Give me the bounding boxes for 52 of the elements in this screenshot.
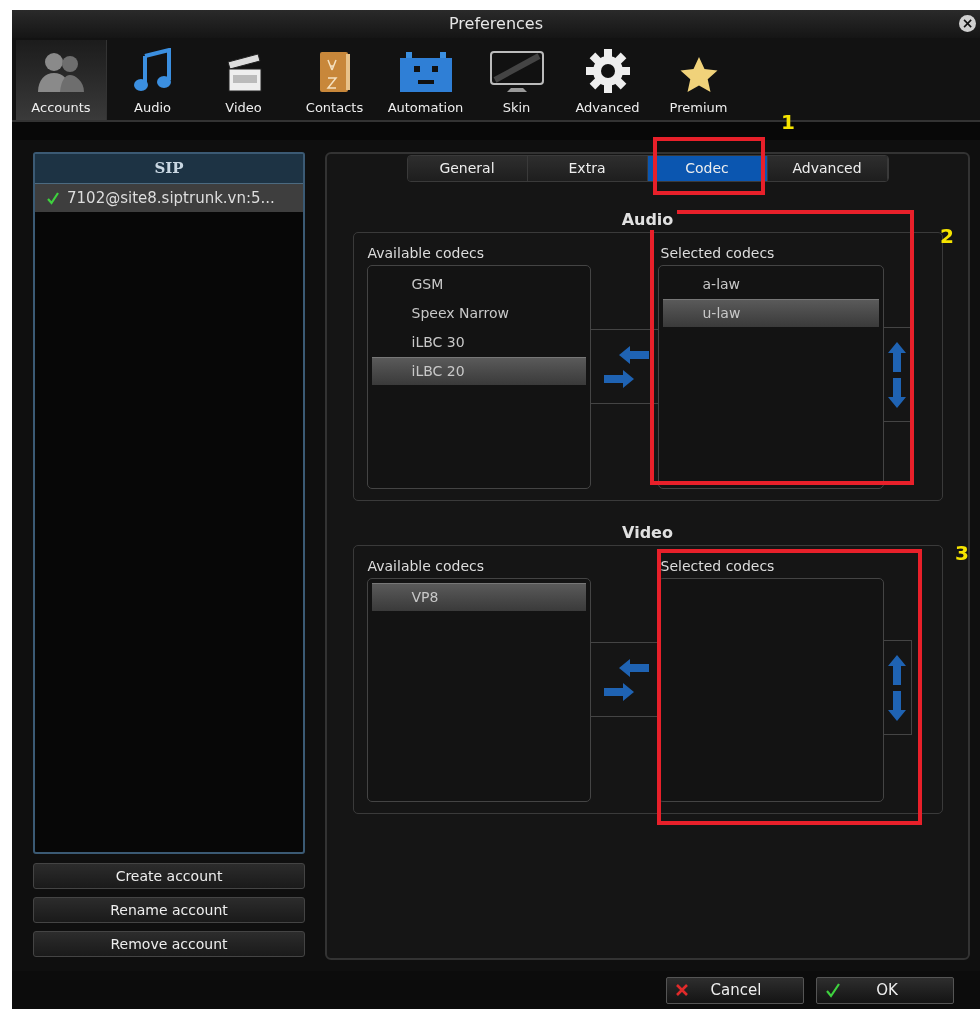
close-icon	[675, 983, 689, 997]
settings-icon	[584, 47, 631, 94]
callout-number: 2	[940, 224, 954, 248]
checkmark-icon	[825, 982, 841, 998]
robot-icon	[397, 49, 454, 94]
right-arrow-icon[interactable]	[604, 369, 634, 388]
toolbar-button[interactable]: Audio	[107, 40, 198, 120]
account-button[interactable]: Create account	[33, 863, 305, 889]
account-button[interactable]: Remove account	[33, 931, 305, 957]
list-label: Selected codecs	[660, 557, 776, 576]
toolbar-button[interactable]: Premium	[653, 40, 744, 120]
account-button[interactable]: Rename account	[33, 897, 305, 923]
ok-button[interactable]: OK	[816, 976, 954, 1004]
right-arrow-icon[interactable]	[604, 682, 634, 701]
callout-number: 1	[781, 110, 795, 134]
codec-item[interactable]: u-law	[662, 299, 879, 327]
music-note-icon	[132, 47, 173, 94]
left-arrow-icon[interactable]	[619, 658, 649, 677]
codec-item[interactable]: a-law	[662, 270, 879, 298]
down-arrow-icon[interactable]	[888, 690, 906, 721]
monitor-icon	[488, 49, 545, 94]
tab[interactable]: Advanced	[767, 156, 888, 181]
account-item[interactable]: 7102@site8.siptrunk.vn:5...	[35, 184, 303, 212]
tab[interactable]: Extra	[527, 156, 648, 181]
codec-item[interactable]: Speex Narrow	[371, 299, 586, 327]
toolbar-button[interactable]: Skin	[471, 40, 562, 120]
toolbar-button[interactable]: Contacts	[289, 40, 380, 120]
down-arrow-icon[interactable]	[888, 377, 906, 408]
address-book-icon	[317, 49, 352, 94]
list-header: SIP	[35, 154, 303, 184]
star-icon	[678, 55, 719, 94]
toolbar-button[interactable]: Automation	[380, 40, 471, 120]
up-arrow-icon[interactable]	[888, 654, 906, 685]
list-label: Selected codecs	[660, 244, 776, 263]
toolbar-button[interactable]: Accounts	[16, 40, 107, 120]
codec-item[interactable]: iLBC 30	[371, 328, 586, 356]
toolbar-button[interactable]: Advanced	[562, 40, 653, 120]
codec-item[interactable]: VP8	[371, 583, 586, 611]
window-title: Preferences	[448, 13, 544, 35]
left-arrow-icon[interactable]	[619, 345, 649, 364]
codec-item[interactable]: iLBC 20	[371, 357, 586, 385]
cancel-button[interactable]: Cancel	[666, 976, 804, 1004]
checkmark-icon	[47, 191, 59, 205]
list-label: Available codecs	[367, 557, 486, 576]
tab[interactable]: General	[407, 156, 528, 181]
list-label: Available codecs	[367, 244, 486, 263]
codec-item[interactable]: GSM	[371, 270, 586, 298]
close-button[interactable]: ×	[959, 15, 976, 32]
tab[interactable]: Codec	[647, 156, 768, 181]
toolbar-button[interactable]: Video	[198, 40, 289, 120]
callout-number: 3	[955, 541, 969, 565]
up-arrow-icon[interactable]	[888, 341, 906, 372]
